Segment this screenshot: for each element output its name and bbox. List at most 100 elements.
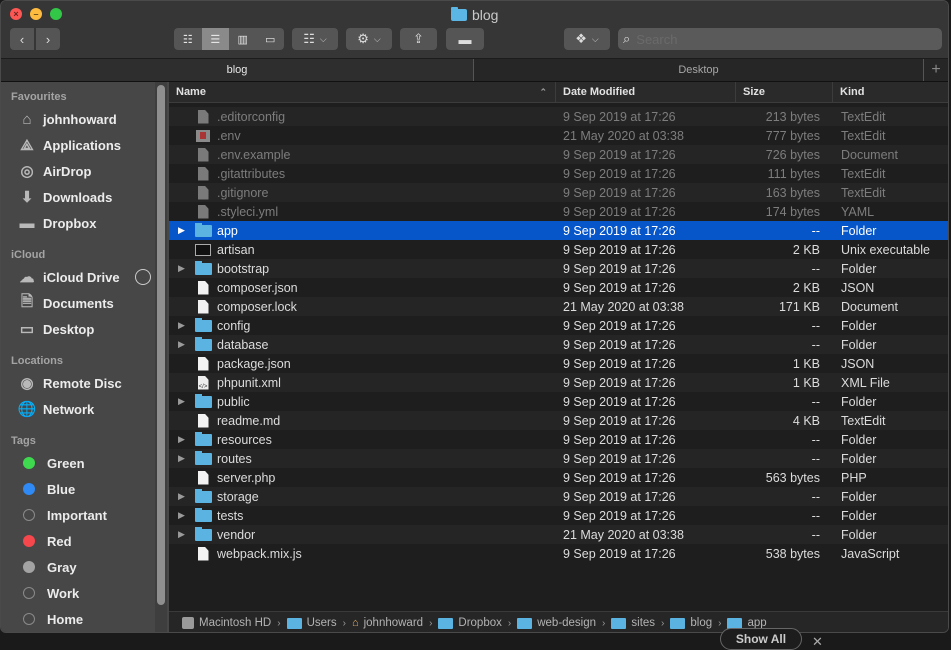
column-header-size[interactable]: Size — [736, 82, 833, 102]
disclosure-triangle-icon[interactable]: ▶ — [178, 510, 190, 521]
file-kind: PHP — [841, 470, 867, 485]
column-header-date[interactable]: Date Modified — [556, 82, 736, 102]
dismiss-button[interactable]: ✕ — [812, 634, 823, 650]
path-item[interactable]: Users — [286, 617, 337, 629]
fullscreen-button[interactable] — [50, 8, 62, 20]
file-row[interactable]: ▶ database 9 Sep 2019 at 17:26 -- Folder — [169, 335, 948, 354]
new-tab-button[interactable]: + — [924, 59, 948, 81]
tab-desktop[interactable]: Desktop — [474, 59, 924, 81]
file-row[interactable]: ▶ resources 9 Sep 2019 at 17:26 -- Folder — [169, 430, 948, 449]
file-row[interactable]: ▶ vendor 21 May 2020 at 03:38 -- Folder — [169, 525, 948, 544]
sidebar-item-applications[interactable]: ⟁ Applications — [17, 134, 121, 156]
file-row[interactable]: ▶ config 9 Sep 2019 at 17:26 -- Folder — [169, 316, 948, 335]
minimize-button[interactable]: – — [30, 8, 42, 20]
close-button[interactable]: × — [10, 8, 22, 20]
file-row[interactable]: .env 21 May 2020 at 03:38 777 bytes TextEdi… — [169, 126, 948, 145]
back-button[interactable]: ‹ — [10, 28, 34, 50]
sidebar-item-airdrop[interactable]: ◎ AirDrop — [17, 160, 91, 182]
sidebar-item-downloads[interactable]: ⬇ Downloads — [17, 186, 113, 208]
file-row[interactable]: artisan 9 Sep 2019 at 17:26 2 KB Unix execu… — [169, 240, 948, 259]
arrange-button[interactable]: ☷ ⌵ — [292, 28, 338, 50]
action-button[interactable]: ⚙ ⌵ — [346, 28, 392, 50]
path-item[interactable]: Macintosh HD — [182, 617, 271, 629]
sidebar-tag-home[interactable]: Home — [17, 608, 83, 630]
file-kind: TextEdit — [841, 185, 886, 200]
sidebar-tag-blue[interactable]: Blue — [17, 478, 75, 500]
disclosure-triangle-icon[interactable]: ▶ — [178, 320, 190, 331]
file-row[interactable]: .env.example 9 Sep 2019 at 17:26 726 bytes… — [169, 145, 948, 164]
file-size: 174 bytes — [765, 204, 820, 219]
file-row[interactable]: .gitignore 9 Sep 2019 at 17:26 163 bytes Te… — [169, 183, 948, 202]
file-row[interactable]: .editorconfig 9 Sep 2019 at 17:26 213 byte… — [169, 107, 948, 126]
sidebar-item-desktop[interactable]: ▭ Desktop — [17, 318, 94, 340]
disclosure-triangle-icon[interactable]: ▶ — [178, 529, 190, 540]
file-date: 21 May 2020 at 03:38 — [563, 128, 684, 143]
disclosure-triangle-icon[interactable]: ▶ — [178, 453, 190, 464]
gallery-view-button[interactable]: ▭ — [257, 28, 285, 50]
sidebar-scrollbar[interactable] — [155, 82, 167, 632]
sidebar-tag-important[interactable]: Important — [17, 504, 107, 526]
tags-button[interactable]: ▬ — [446, 28, 484, 50]
disclosure-triangle-icon[interactable]: ▶ — [178, 434, 190, 445]
folder-icon — [194, 526, 212, 541]
file-icon-wrap — [194, 526, 212, 542]
file-row[interactable]: </> phpunit.xml 9 Sep 2019 at 17:26 1 KB XML… — [169, 373, 948, 392]
file-row[interactable]: package.json 9 Sep 2019 at 17:26 1 KB JSON — [169, 354, 948, 373]
file-row[interactable]: ▶ routes 9 Sep 2019 at 17:26 -- Folder — [169, 449, 948, 468]
disclosure-triangle-icon[interactable]: ▶ — [178, 263, 190, 274]
sidebar-tag-work[interactable]: Work — [17, 582, 79, 604]
sidebar-item-dropbox[interactable]: ▬ Dropbox — [17, 212, 97, 234]
search-field[interactable]: ⌕ — [618, 28, 942, 50]
tab-blog[interactable]: blog — [1, 59, 474, 81]
file-row[interactable]: webpack.mix.js 9 Sep 2019 at 17:26 538 byt… — [169, 544, 948, 563]
file-row[interactable]: composer.json 9 Sep 2019 at 17:26 2 KB JSON — [169, 278, 948, 297]
document-icon — [197, 147, 209, 162]
file-row[interactable]: .gitattributes 9 Sep 2019 at 17:26 111 byt… — [169, 164, 948, 183]
sidebar-item-johnhoward[interactable]: ⌂ johnhoward — [17, 108, 116, 130]
file-row[interactable]: readme.md 9 Sep 2019 at 17:26 4 KB TextEdit — [169, 411, 948, 430]
column-header-kind[interactable]: Kind — [833, 82, 948, 102]
sidebar-item-remote-disc[interactable]: ◉ Remote Disc — [17, 372, 121, 394]
file-date: 9 Sep 2019 at 17:26 — [563, 223, 676, 238]
share-button[interactable]: ⇪ — [400, 28, 437, 50]
sidebar-item-icloud-drive[interactable]: ☁ iCloud Drive — [17, 266, 120, 288]
file-row[interactable]: ▶ storage 9 Sep 2019 at 17:26 -- Folder — [169, 487, 948, 506]
disclosure-triangle-icon[interactable]: ▶ — [178, 491, 190, 502]
file-row[interactable]: composer.lock 21 May 2020 at 03:38 171 KB D… — [169, 297, 948, 316]
file-row[interactable]: ▶ bootstrap 9 Sep 2019 at 17:26 -- Folder — [169, 259, 948, 278]
disclosure-triangle-icon[interactable]: ▶ — [178, 339, 190, 350]
search-icon: ⌕ — [623, 31, 631, 46]
path-item[interactable]: blog — [670, 617, 712, 629]
disclosure-triangle-icon[interactable]: ▶ — [178, 225, 190, 236]
path-item[interactable]: web-design — [517, 617, 596, 629]
dropbox-button[interactable]: ❖ ⌵ — [564, 28, 610, 50]
file-row[interactable]: server.php 9 Sep 2019 at 17:26 563 bytes PH… — [169, 468, 948, 487]
sidebar-tag-gray[interactable]: Gray — [17, 556, 77, 578]
forward-button[interactable]: › — [36, 28, 60, 50]
disclosure-triangle-icon[interactable]: ▶ — [178, 396, 190, 407]
sidebar-tag-green[interactable]: Green — [17, 452, 85, 474]
show-all-button[interactable]: Show All — [720, 628, 802, 650]
file-icon-wrap — [194, 356, 212, 371]
sidebar-item-documents[interactable]: 🗎 Documents — [17, 292, 114, 314]
file-name: composer.lock — [217, 299, 297, 314]
search-input[interactable] — [636, 31, 917, 47]
column-header-name[interactable]: Name ⌃ — [169, 82, 556, 102]
file-icon-wrap — [194, 450, 212, 466]
file-row[interactable]: ▶ public 9 Sep 2019 at 17:26 -- Folder — [169, 392, 948, 411]
file-row[interactable]: ▶ tests 9 Sep 2019 at 17:26 -- Folder — [169, 506, 948, 525]
sidebar-tag-red[interactable]: Red — [17, 530, 72, 552]
file-row[interactable]: .styleci.yml 9 Sep 2019 at 17:26 174 bytes… — [169, 202, 948, 221]
sidebar-section-favourites: Favourites — [11, 91, 67, 103]
path-item[interactable]: Dropbox — [438, 617, 502, 629]
list-view-button[interactable]: ☰ — [201, 28, 229, 50]
file-row[interactable]: ▶ app 9 Sep 2019 at 17:26 -- Folder — [169, 221, 948, 240]
path-item[interactable]: sites — [611, 617, 655, 629]
file-size: 1 KB — [792, 375, 820, 390]
icon-view-button[interactable]: ☷ — [174, 28, 202, 50]
path-item[interactable]: ⌂ johnhoward — [352, 617, 423, 629]
tag-color-icon — [23, 457, 35, 469]
sidebar-scroll-thumb[interactable] — [157, 85, 165, 605]
column-view-button[interactable]: ▥ — [229, 28, 257, 50]
sidebar-item-network[interactable]: 🌐 Network — [17, 398, 95, 420]
